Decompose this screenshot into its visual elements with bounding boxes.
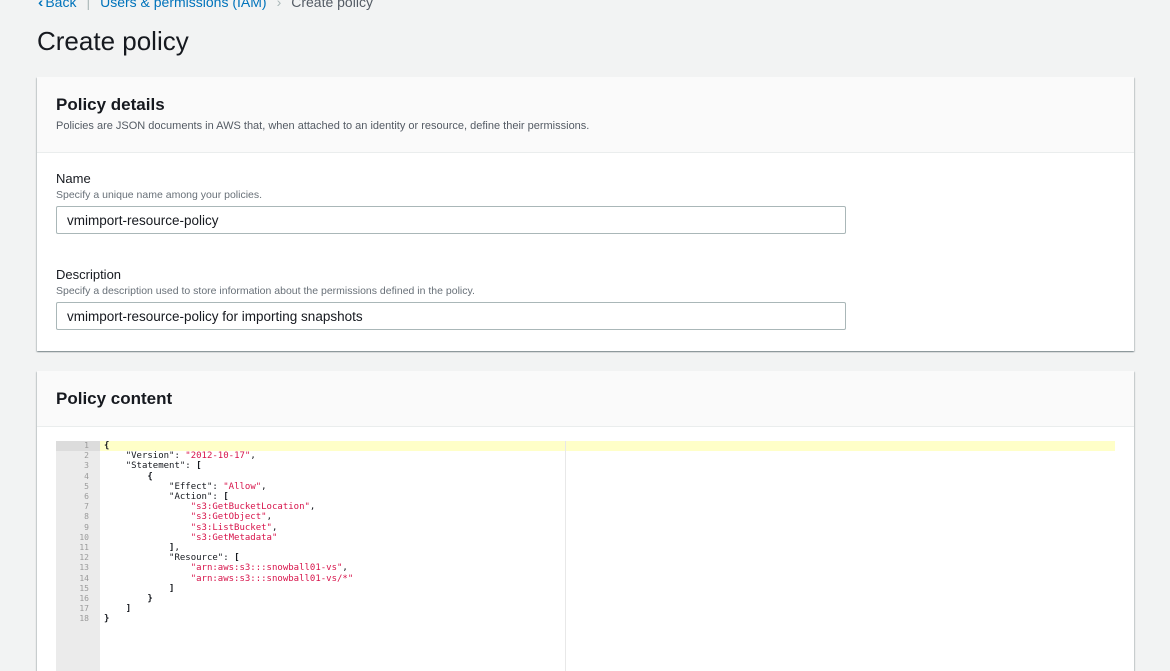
code-line: 7 "s3:GetBucketLocation", [56,502,1115,512]
name-hint: Specify a unique name among your policie… [56,189,263,201]
line-number: 1 [84,441,89,450]
code-text: "s3:GetObject", [190,512,272,523]
policy-content-title: Policy content [56,389,173,408]
policy-details-title: Policy details [56,95,165,114]
back-link[interactable]: ‹‹ Back [38,0,76,10]
line-number: 16 [79,594,89,603]
code-line: 12 "Resource": [ [56,553,1115,563]
code-text: "Statement": [ [125,461,202,472]
code-text: "arn:aws:s3:::snowball01-vs", [190,563,348,574]
code-line: 17 ] [56,604,1115,614]
name-label: Name [56,171,91,186]
code-line: 9 "s3:ListBucket", [56,523,1115,533]
code-text: } [104,614,110,625]
code-line: 11 ], [56,543,1115,553]
line-number: 14 [79,573,89,583]
name-input[interactable] [56,206,846,234]
code-line: 8 "s3:GetObject", [56,512,1115,522]
line-number: 5 [84,481,89,491]
description-label: Description [56,267,122,282]
code-text: "Effect": "Allow", [169,481,267,492]
policy-json-editor[interactable]: 1{2 "Version": "2012-10-17", 3 "Statement… [56,441,1115,671]
page-title: Create policy [37,26,189,56]
breadcrumb-divider: | [86,0,91,10]
code-text: "Action": [ [169,492,229,502]
policy-details-description: Policies are JSON documents in AWS that,… [56,120,590,132]
code-text: "Resource": [ [169,553,240,564]
code-text: ] [169,583,175,594]
description-field-group: Description Specify a description used t… [56,267,846,330]
code-text: ] [125,604,132,615]
back-label: Back [45,0,77,10]
code-line: 18} [56,614,1115,624]
line-number: 15 [79,583,89,593]
line-number: 2 [84,451,89,461]
breadcrumb: ‹‹ Back | Users & permissions (IAM) › Cre… [38,0,373,10]
line-number: 3 [84,461,89,471]
line-number: 7 [84,502,89,512]
line-number: 4 [84,471,89,481]
code-line: 5 "Effect": "Allow", [56,482,1115,492]
code-line: 6 "Action": [ [56,492,1115,502]
description-input[interactable] [56,302,846,330]
description-hint: Specify a description used to store info… [56,285,475,297]
code-text: } [147,594,153,604]
chevron-right-icon: › [276,0,282,10]
line-number: 6 [84,492,89,501]
breadcrumb-current: Create policy [291,0,373,10]
line-number: 8 [84,512,89,522]
code-text: "s3:GetBucketLocation", [190,502,316,513]
line-number: 9 [84,522,89,532]
line-number: 18 [79,614,89,624]
line-number: 13 [79,563,89,573]
code-line: 13 "arn:aws:s3:::snowball01-vs", [56,563,1115,573]
code-line: 15 ] [56,584,1115,594]
code-line: 16 } [56,594,1115,604]
code-text: "s3:ListBucket", [190,522,278,533]
code-text: "s3:GetMetadata" [190,532,278,543]
policy-details-header: Policy details Policies are JSON documen… [37,77,1134,153]
code-line: 1{ [56,441,1115,451]
line-number: 11 [79,543,89,552]
code-line: 10 "s3:GetMetadata" [56,533,1115,543]
code-text: ], [169,543,180,553]
code-text: "Version": "2012-10-17", [125,451,256,462]
code-line: 14 "arn:aws:s3:::snowball01-vs/*" [56,574,1115,584]
breadcrumb-iam-link[interactable]: Users & permissions (IAM) [100,0,266,10]
code-text: { [147,471,153,482]
line-number: 12 [79,553,89,563]
code-text: "arn:aws:s3:::snowball01-vs/*" [190,573,354,584]
line-number: 17 [79,604,89,614]
policy-details-panel: Policy details Policies are JSON documen… [37,77,1134,351]
line-number: 10 [79,532,89,542]
code-line: 4 { [56,472,1115,482]
code-line: 2 "Version": "2012-10-17", [56,451,1115,461]
policy-content-panel: Policy content 1{2 "Version": "2012-10-1… [37,371,1134,671]
code-line: 3 "Statement": [ [56,461,1115,471]
code-text: { [104,441,110,451]
double-chevron-left-icon: ‹‹ [38,0,45,10]
policy-content-header: Policy content [37,371,1134,427]
name-field-group: Name Specify a unique name among your po… [56,171,846,234]
